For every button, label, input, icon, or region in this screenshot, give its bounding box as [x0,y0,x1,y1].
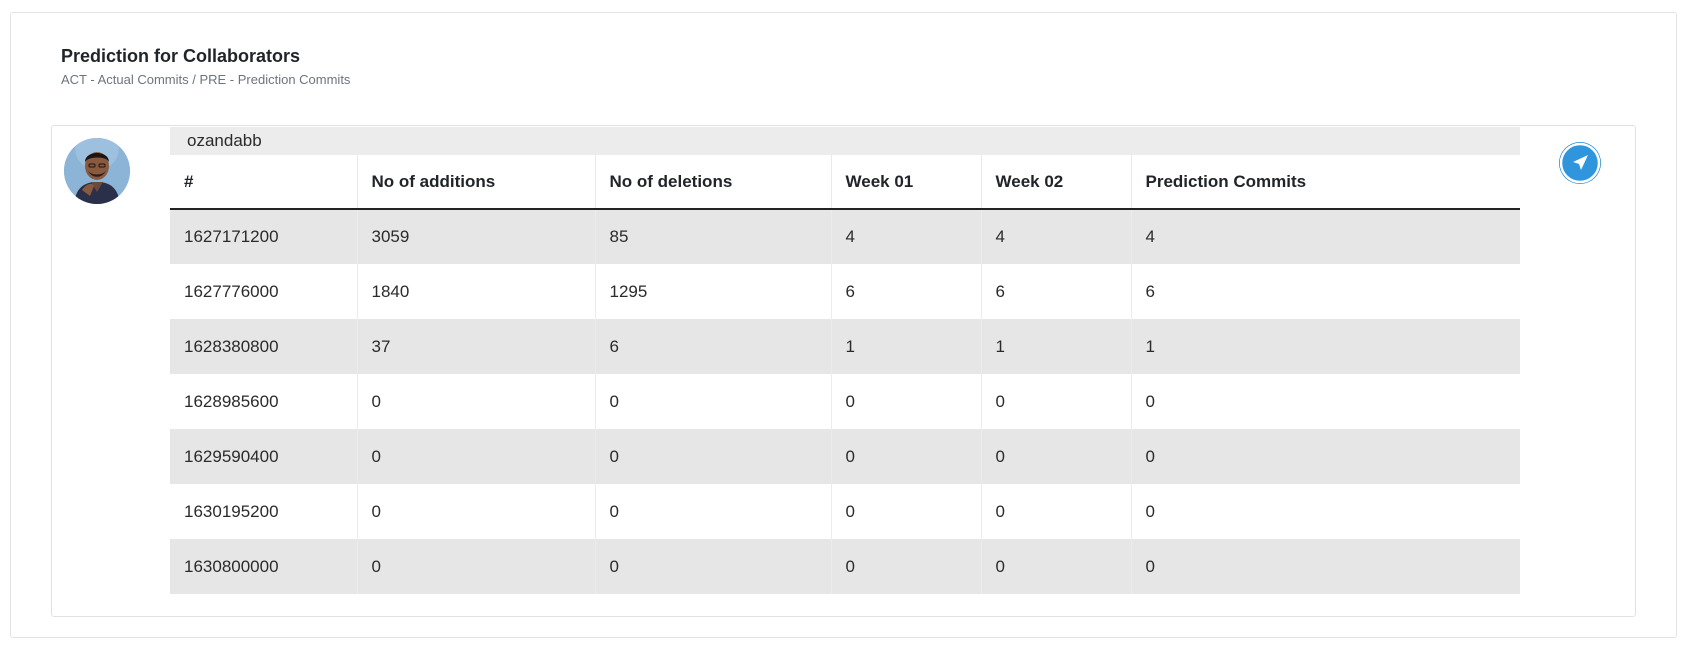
cell-week-01: 0 [831,484,982,539]
navigation-arrow-icon [1559,142,1601,184]
cell-week-01: 6 [831,264,982,319]
cell-additions: 3059 [357,209,596,264]
cell-timestamp: 1627776000 [170,264,358,319]
cell-deletions: 85 [595,209,832,264]
cell-week-02: 0 [981,484,1132,539]
cell-additions: 0 [357,539,596,594]
cell-prediction: 4 [1131,209,1520,264]
cell-prediction: 0 [1131,484,1520,539]
column-header-week-02: Week 02 [981,155,1132,210]
cell-prediction: 1 [1131,319,1520,374]
cell-prediction: 0 [1131,539,1520,594]
cell-additions: 0 [357,429,596,484]
column-header-week-01: Week 01 [831,155,982,210]
table-row: 1627171200 3059 85 4 4 4 [170,209,1520,264]
column-header-additions: No of additions [357,155,596,210]
cell-additions: 37 [357,319,596,374]
username-header: ozandabb [170,127,1520,155]
cell-deletions: 0 [595,484,832,539]
column-header-prediction: Prediction Commits [1131,155,1520,210]
cell-week-02: 0 [981,429,1132,484]
cell-additions: 1840 [357,264,596,319]
cell-timestamp: 1630195200 [170,484,358,539]
navigate-button[interactable] [1559,142,1601,184]
cell-deletions: 0 [595,539,832,594]
table-row: 1630800000 0 0 0 0 0 [170,539,1520,594]
table-row: 1628985600 0 0 0 0 0 [170,374,1520,429]
cell-timestamp: 1630800000 [170,539,358,594]
table-row: 1630195200 0 0 0 0 0 [170,484,1520,539]
column-header-timestamp: # [170,155,358,210]
table-row: 1629590400 0 0 0 0 0 [170,429,1520,484]
cell-week-01: 0 [831,539,982,594]
cell-additions: 0 [357,374,596,429]
cell-deletions: 0 [595,429,832,484]
cell-week-02: 0 [981,374,1132,429]
table-row: 1627776000 1840 1295 6 6 6 [170,264,1520,319]
cell-week-01: 4 [831,209,982,264]
column-header-deletions: No of deletions [595,155,832,210]
commits-table: # No of additions No of deletions Week 0… [170,155,1520,594]
cell-week-01: 0 [831,429,982,484]
avatar-photo-icon [64,138,130,204]
cell-week-02: 6 [981,264,1132,319]
collaborator-panel: ozandabb # No of additions No of deletio… [51,125,1636,617]
card-subtitle: ACT - Actual Commits / PRE - Prediction … [61,72,351,87]
cell-prediction: 0 [1131,429,1520,484]
table-row: 1628380800 37 6 1 1 1 [170,319,1520,374]
cell-additions: 0 [357,484,596,539]
table-header-row: # No of additions No of deletions Week 0… [170,155,1520,210]
cell-deletions: 1295 [595,264,832,319]
prediction-card: Prediction for Collaborators ACT - Actua… [10,12,1677,638]
cell-deletions: 0 [595,374,832,429]
cell-week-01: 0 [831,374,982,429]
cell-timestamp: 1628985600 [170,374,358,429]
cell-timestamp: 1629590400 [170,429,358,484]
cell-timestamp: 1628380800 [170,319,358,374]
card-title: Prediction for Collaborators [61,46,301,66]
cell-timestamp: 1627171200 [170,209,358,264]
cell-prediction: 6 [1131,264,1520,319]
cell-week-02: 1 [981,319,1132,374]
cell-deletions: 6 [595,319,832,374]
cell-week-02: 4 [981,209,1132,264]
cell-week-01: 1 [831,319,982,374]
cell-week-02: 0 [981,539,1132,594]
user-avatar [64,138,130,204]
collaborator-username: ozandabb [187,131,262,150]
cell-prediction: 0 [1131,374,1520,429]
